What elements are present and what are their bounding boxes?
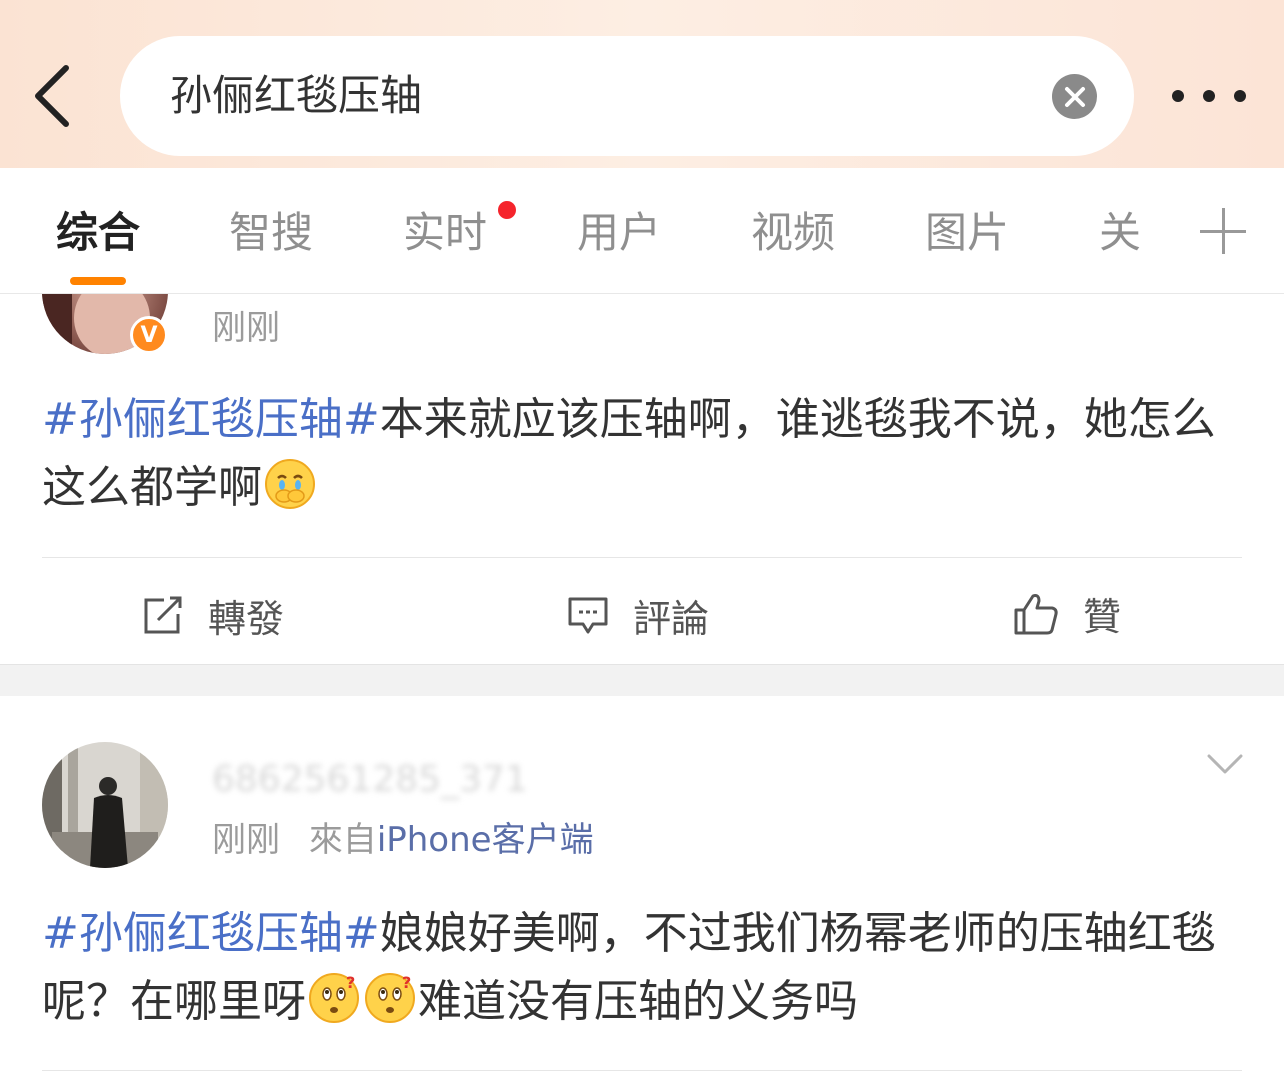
search-tabs: 综合 智搜 实时 用户 视频 图片 关	[0, 168, 1284, 294]
topic-hashtag-link[interactable]: #孙俪红毯压轴#	[42, 394, 380, 445]
realtime-notification-dot	[498, 201, 516, 219]
avatar[interactable]	[42, 742, 168, 868]
search-query-text: 孙俪红毯压轴	[170, 71, 423, 120]
search-header: 孙俪红毯压轴	[0, 0, 1284, 168]
post-time-text: 刚刚	[212, 308, 280, 348]
post-content[interactable]: #孙俪红毯压轴#本来就应该压轴啊，谁逃毯我不说，她怎么这么都学啊	[42, 386, 1242, 522]
tab-all[interactable]: 综合	[56, 206, 140, 260]
repost-icon	[144, 596, 182, 633]
svg-text:?: ?	[346, 973, 355, 992]
tab-fade-overlay	[1140, 168, 1200, 293]
wondering-emoji-icon: ?	[308, 972, 360, 1024]
chevron-left-icon	[35, 65, 69, 127]
add-tab-button[interactable]	[1200, 208, 1246, 254]
search-input[interactable]: 孙俪红毯压轴	[120, 36, 1134, 156]
tab-realtime[interactable]: 实时	[403, 206, 487, 260]
search-results-feed: V 刚刚 #孙俪红毯压轴#本来就应该压轴啊，谁逃毯我不说，她怎么这么都学啊 轉發…	[0, 294, 1284, 1075]
repost-label: 轉發	[208, 597, 285, 641]
avatar-image	[42, 742, 168, 868]
chevron-down-icon[interactable]	[1206, 752, 1244, 776]
post-time-text: 刚刚	[212, 820, 280, 860]
like-button[interactable]: 贊	[1013, 586, 1121, 641]
post-time: 刚刚	[212, 306, 280, 350]
clear-search-button[interactable]	[1052, 74, 1097, 119]
verified-badge-icon: V	[130, 316, 168, 354]
tab-smart-search[interactable]: 智搜	[229, 206, 313, 260]
post-meta: 刚刚 來自iPhone客户端	[212, 818, 594, 862]
close-icon	[1064, 86, 1085, 107]
active-tab-indicator	[70, 277, 126, 285]
tab-videos[interactable]: 视频	[751, 206, 835, 260]
post-divider	[42, 557, 1242, 558]
tab-images[interactable]: 图片	[925, 206, 1009, 260]
tab-users[interactable]: 用户	[577, 206, 661, 260]
topic-hashtag-link[interactable]: #孙俪红毯压轴#	[42, 908, 380, 959]
source-prefix: 來自	[308, 820, 377, 860]
comment-label: 評論	[633, 597, 710, 641]
more-dot-icon	[1172, 90, 1184, 102]
post-content[interactable]: #孙俪红毯压轴#娘娘好美啊，不过我们杨幂老师的压轴红毯呢？在哪里呀 ? ? 难道…	[42, 900, 1242, 1036]
thumbs-up-icon	[1014, 593, 1058, 634]
wondering-emoji-icon: ?	[364, 972, 416, 1024]
username[interactable]: 6862561285_371	[212, 758, 528, 802]
like-label: 贊	[1083, 595, 1122, 639]
repost-button[interactable]: 轉發	[142, 588, 284, 643]
more-dot-icon	[1234, 90, 1246, 102]
more-options-button[interactable]	[1172, 82, 1246, 110]
crying-emoji-icon	[264, 458, 316, 510]
post-body-tail-text: 难道没有压轴的义务吗	[418, 976, 858, 1027]
back-button[interactable]	[28, 60, 84, 132]
more-dot-icon	[1203, 90, 1215, 102]
comment-button[interactable]: 評論	[567, 588, 709, 643]
svg-text:?: ?	[402, 973, 411, 992]
tab-more-partial[interactable]: 关	[1099, 206, 1141, 260]
source-link[interactable]: iPhone客户端	[377, 820, 594, 860]
post-divider	[42, 1070, 1242, 1071]
post-separator	[0, 664, 1284, 696]
comment-icon	[568, 597, 608, 633]
